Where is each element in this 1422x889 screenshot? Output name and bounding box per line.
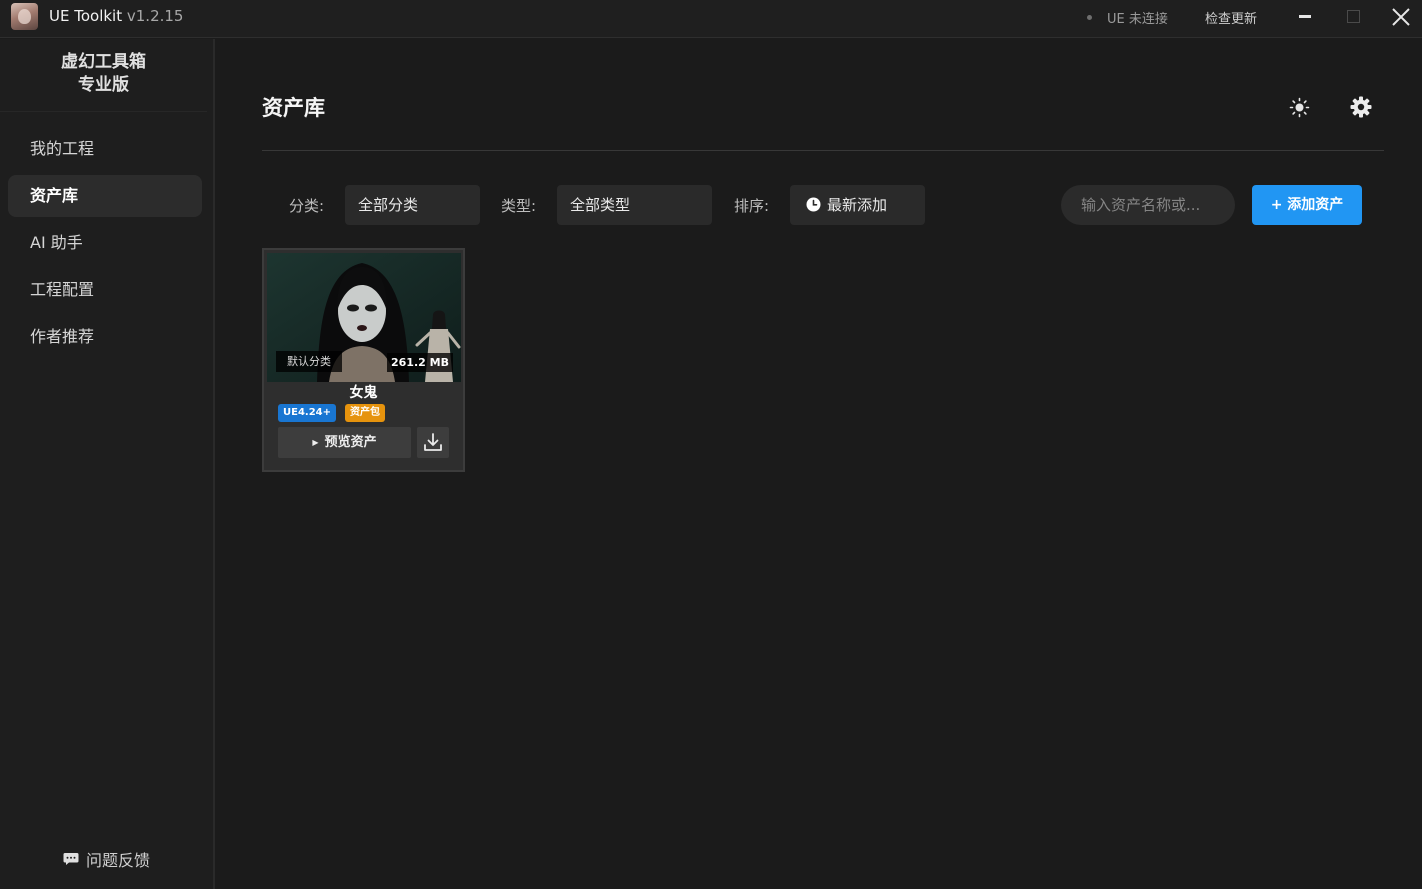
page-title: 资产库: [262, 96, 325, 120]
close-icon: [1392, 8, 1410, 26]
preview-asset-button[interactable]: ▶ 预览资产: [278, 427, 411, 458]
status-dot-icon: [1087, 15, 1092, 20]
brand-divider: [0, 111, 207, 112]
sort-select[interactable]: 最新添加: [790, 185, 925, 225]
asset-kind-badge: 资产包: [345, 404, 385, 422]
sidebar-item-my-projects[interactable]: 我的工程: [8, 128, 202, 170]
sidebar-item-project-config[interactable]: 工程配置: [8, 269, 202, 311]
gear-icon[interactable]: [1350, 96, 1372, 118]
feedback-button[interactable]: 问题反馈: [63, 847, 150, 871]
preview-label: 预览资产: [324, 435, 377, 450]
maximize-button[interactable]: [1347, 10, 1360, 23]
minimize-button[interactable]: [1299, 15, 1311, 18]
sun-icon[interactable]: [1289, 97, 1310, 118]
chat-icon: [63, 853, 79, 865]
title-bar: UE Toolkit v1.2.15 UE 未连接 检查更新: [0, 0, 1422, 38]
ue-status-text: UE 未连接: [1107, 12, 1168, 27]
ue-connection-status: UE 未连接: [1087, 8, 1168, 27]
feedback-label: 问题反馈: [86, 851, 151, 870]
sidebar: 虚幻工具箱 专业版 我的工程 资产库 AI 助手 工程配置 作者推荐 问题反馈: [0, 39, 215, 889]
sort-label: 排序:: [734, 197, 770, 215]
download-icon: [424, 433, 442, 451]
close-button[interactable]: [1389, 5, 1413, 29]
category-select[interactable]: 全部分类: [345, 185, 480, 225]
app-title: UE Toolkit v1.2.15: [49, 7, 183, 25]
clock-icon: [806, 197, 821, 212]
brand: 虚幻工具箱 专业版: [0, 51, 207, 97]
play-icon: ▶: [312, 438, 319, 447]
engine-version-badge: UE4.24+: [278, 404, 337, 422]
check-update-button[interactable]: 检查更新: [1205, 8, 1257, 27]
sidebar-item-ai-assistant[interactable]: AI 助手: [8, 222, 202, 264]
header-divider: [262, 150, 1384, 151]
app-version: v1.2.15: [126, 7, 184, 25]
sidebar-item-asset-library[interactable]: 资产库: [8, 175, 202, 217]
search-input[interactable]: [1061, 185, 1235, 225]
download-button[interactable]: [417, 427, 449, 458]
add-asset-button[interactable]: + 添加资产: [1252, 185, 1362, 225]
asset-name: 女鬼: [349, 385, 378, 401]
app-logo-icon: [11, 3, 38, 30]
sidebar-item-author-picks[interactable]: 作者推荐: [8, 316, 202, 358]
type-label: 类型:: [501, 197, 537, 215]
asset-category-tag: 默认分类: [276, 351, 342, 372]
type-select[interactable]: 全部类型: [557, 185, 712, 225]
brand-edition: 专业版: [78, 75, 129, 95]
sort-value: 最新添加: [827, 196, 888, 214]
asset-size-tag: 261.2 MB: [387, 353, 453, 372]
category-label: 分类:: [289, 197, 325, 215]
brand-title: 虚幻工具箱: [61, 52, 146, 72]
app-name: UE Toolkit: [49, 7, 123, 25]
